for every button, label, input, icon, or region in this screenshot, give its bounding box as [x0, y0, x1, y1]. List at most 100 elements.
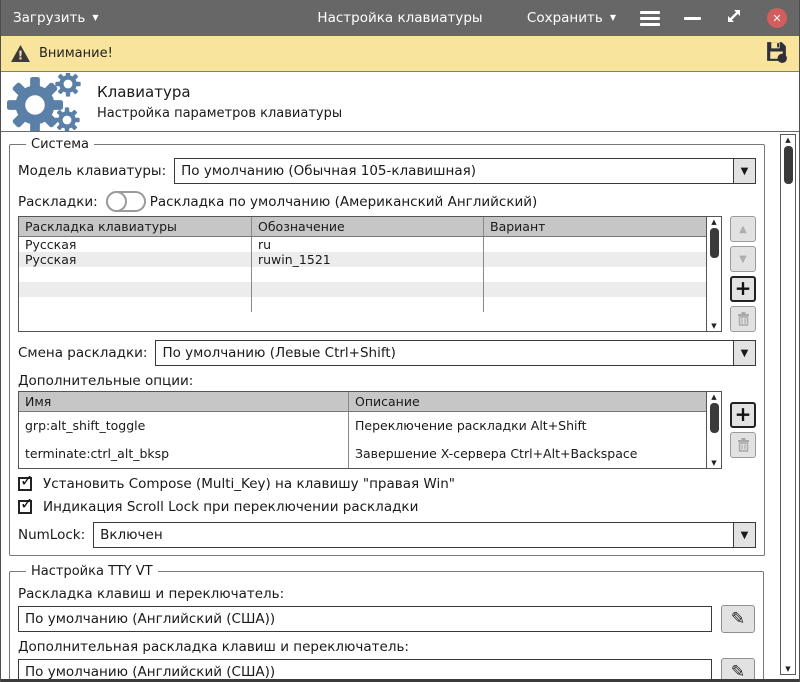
- scroll-up-icon[interactable]: ▲: [711, 217, 716, 227]
- column-header: Обозначение: [252, 217, 484, 236]
- move-down-button[interactable]: ▼: [730, 246, 756, 272]
- scroll-down-icon[interactable]: ▼: [785, 664, 790, 674]
- scroll-lock-checkbox-row: ✓ Индикация Scroll Lock при переключении…: [18, 499, 756, 515]
- tty-extra-layout-input[interactable]: По умолчанию (Английский (США)): [18, 659, 712, 679]
- page-subtitle: Настройка параметров клавиатуры: [97, 106, 342, 121]
- window-title: Настройка клавиатуры: [317, 10, 482, 26]
- edit-tty-layout-button[interactable]: ✎: [721, 605, 755, 633]
- dropdown-arrow-icon[interactable]: ▼: [733, 523, 755, 547]
- plus-icon: +: [735, 278, 752, 298]
- minimize-button[interactable]: [684, 17, 701, 20]
- numlock-label: NumLock:: [18, 527, 85, 543]
- delete-option-button[interactable]: [730, 432, 756, 458]
- keyboard-settings-window: Загрузить ▼ Настройка клавиатуры Сохрани…: [0, 0, 800, 682]
- numlock-value: Включен: [94, 523, 733, 547]
- hamburger-menu-button[interactable]: [640, 11, 660, 26]
- floppy-save-icon: [764, 39, 789, 64]
- check-icon: ✓: [20, 471, 33, 490]
- table-row[interactable]: grp:alt_shift_toggle Переключение раскла…: [19, 412, 706, 440]
- cell-name: grp:alt_shift_toggle: [19, 412, 349, 440]
- title-bar: Загрузить ▼ Настройка клавиатуры Сохрани…: [1, 0, 799, 36]
- switch-layout-dropdown[interactable]: По умолчанию (Левые Ctrl+Shift) ▼: [155, 340, 756, 366]
- compose-checkbox[interactable]: ✓: [18, 477, 32, 491]
- pencil-icon: ✎: [731, 662, 745, 679]
- cell-variant: [484, 237, 706, 252]
- warning-bar: ! Внимание!: [1, 36, 799, 72]
- save-file-button[interactable]: [764, 39, 789, 68]
- add-layout-button[interactable]: +: [730, 276, 756, 302]
- scroll-up-icon[interactable]: ▲: [711, 392, 716, 402]
- table-row-empty: [19, 282, 706, 297]
- tty-vt-legend: Настройка TTY VT: [26, 564, 158, 579]
- caret-down-icon: ▼: [610, 14, 616, 22]
- keyboard-model-label: Модель клавиатуры:: [18, 163, 166, 179]
- compose-checkbox-row: ✓ Установить Compose (Multi_Key) на клав…: [18, 476, 756, 492]
- page-scrollbar[interactable]: ▲ ▼: [780, 134, 796, 675]
- numlock-dropdown[interactable]: Включен ▼: [93, 522, 756, 548]
- warning-icon: !: [11, 45, 30, 62]
- system-legend: Система: [26, 137, 94, 152]
- scrollbar-thumb[interactable]: [784, 146, 793, 184]
- layouts-table-scrollbar[interactable]: ▲ ▼: [706, 217, 721, 331]
- switch-layout-label: Смена раскладки:: [18, 345, 147, 361]
- column-header: Имя: [19, 392, 349, 411]
- minimize-icon: [684, 17, 701, 20]
- layouts-table: Раскладка клавиатуры Обозначение Вариант…: [18, 216, 722, 332]
- close-button[interactable]: ✕: [767, 8, 787, 28]
- up-arrow-icon: ▲: [739, 224, 747, 235]
- page-header: Клавиатура Настройка параметров клавиату…: [1, 72, 799, 132]
- system-section: Система Модель клавиатуры: По умолчанию …: [9, 137, 765, 556]
- scroll-lock-checkbox[interactable]: ✓: [18, 500, 32, 514]
- load-menu-label: Загрузить: [13, 10, 85, 26]
- svg-text:!: !: [18, 49, 23, 63]
- expand-icon: [725, 7, 743, 25]
- cell-description: Завершение X-сервера Ctrl+Alt+Backspace: [349, 440, 706, 468]
- table-row[interactable]: terminate:ctrl_alt_bksp Завершение X-сер…: [19, 440, 706, 468]
- tty-layout-input[interactable]: По умолчанию (Английский (США)): [18, 606, 712, 632]
- caret-down-icon: ▼: [92, 14, 98, 22]
- check-icon: ✓: [20, 494, 33, 513]
- keyboard-model-dropdown[interactable]: По умолчанию (Обычная 105-клавишная) ▼: [174, 158, 756, 184]
- column-header: Вариант: [484, 217, 706, 236]
- layouts-hint: Раскладка по умолчанию (Американский Анг…: [150, 194, 538, 210]
- add-option-button[interactable]: +: [730, 402, 756, 428]
- delete-layout-button[interactable]: [730, 306, 756, 332]
- trash-icon: [737, 312, 750, 326]
- extra-options-label: Дополнительные опции:: [18, 373, 748, 389]
- cell-layout: Русская: [19, 237, 252, 252]
- table-row-empty: [19, 267, 706, 282]
- move-up-button[interactable]: ▲: [730, 216, 756, 242]
- compose-checkbox-label: Установить Compose (Multi_Key) на клавиш…: [43, 476, 455, 492]
- cell-code: ru: [252, 237, 484, 252]
- switch-layout-value: По умолчанию (Левые Ctrl+Shift): [156, 341, 733, 365]
- tty-extra-layout-label: Дополнительная раскладка клавиш и перекл…: [18, 639, 755, 655]
- table-row-empty: [19, 297, 706, 312]
- keyboard-model-value: По умолчанию (Обычная 105-клавишная): [175, 159, 733, 183]
- edit-tty-extra-layout-button[interactable]: ✎: [721, 658, 755, 679]
- scroll-down-icon[interactable]: ▼: [711, 321, 716, 331]
- options-table-scrollbar[interactable]: ▲ ▼: [706, 392, 721, 468]
- down-arrow-icon: ▼: [739, 254, 747, 265]
- dropdown-arrow-icon[interactable]: ▼: [733, 159, 755, 183]
- toggle-knob-icon: [106, 191, 127, 212]
- cell-name: terminate:ctrl_alt_bksp: [19, 440, 349, 468]
- save-menu-label: Сохранить: [527, 10, 603, 26]
- dropdown-arrow-icon[interactable]: ▼: [733, 341, 755, 365]
- table-row[interactable]: Русская ru: [19, 237, 706, 252]
- maximize-button[interactable]: [725, 7, 743, 29]
- cell-variant: [484, 252, 706, 267]
- save-menu-button[interactable]: Сохранить ▼: [527, 10, 616, 26]
- tty-vt-section: Настройка TTY VT Раскладка клавиш и пере…: [9, 564, 764, 679]
- scrollbar-thumb[interactable]: [710, 228, 719, 258]
- scrollbar-thumb[interactable]: [710, 403, 719, 433]
- layouts-toggle[interactable]: [106, 191, 146, 212]
- scroll-up-icon[interactable]: ▲: [785, 135, 790, 145]
- table-row[interactable]: Русская ruwin_1521: [19, 252, 706, 267]
- plus-icon: +: [735, 404, 752, 424]
- load-menu-button[interactable]: Загрузить ▼: [13, 10, 99, 26]
- cell-description: Переключение раскладки Alt+Shift: [349, 412, 706, 440]
- pencil-icon: ✎: [731, 609, 745, 629]
- column-header: Раскладка клавиатуры: [19, 217, 252, 236]
- scroll-down-icon[interactable]: ▼: [711, 458, 716, 468]
- layouts-label: Раскладки:: [18, 194, 98, 210]
